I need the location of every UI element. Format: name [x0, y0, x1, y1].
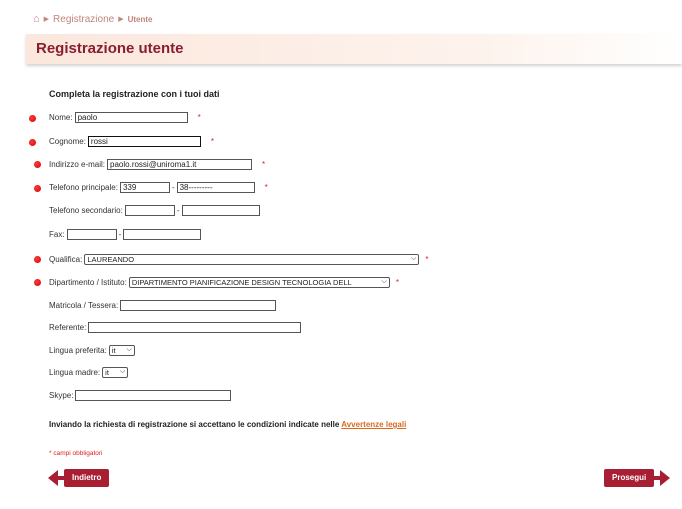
arrow-left-icon — [48, 470, 58, 486]
nome-field[interactable]: paolo — [74, 111, 188, 123]
qualifica-label: Qualifica: — [49, 254, 83, 264]
chevron-down-icon: ⌵ — [381, 278, 387, 285]
row-dipartimento: Dipartimento / Istituto: DIPARTIMENTO PI… — [49, 275, 399, 289]
breadcrumb-separator-icon: ▶ — [118, 16, 124, 23]
required-dot-icon — [34, 161, 41, 168]
required-asterisk: * — [262, 159, 266, 169]
required-asterisk: * — [210, 136, 215, 146]
row-email: Indirizzo e-mail: paolo.rossi@uniroma1.i… — [49, 157, 265, 171]
cognome-field[interactable]: rossi — [87, 135, 201, 147]
required-dot-icon — [34, 279, 41, 286]
breadcrumb-item-utente: Utente — [127, 14, 153, 24]
row-cognome: Cognome: rossi * — [49, 134, 214, 148]
required-dot-icon — [34, 256, 41, 263]
referente-label: Referente: — [49, 322, 87, 332]
row-fax: Fax: - — [49, 227, 202, 241]
telefono-secondario-number-field[interactable] — [181, 204, 260, 216]
row-telefono-secondario: Telefono secondario: - — [49, 203, 260, 217]
telefono-secondario-prefix-field[interactable] — [124, 204, 175, 216]
form-intro: Completa la registrazione con i tuoi dat… — [49, 89, 220, 99]
dipartimento-select[interactable]: DIPARTIMENTO PIANIFICAZIONE DESIGN TECNO… — [128, 276, 390, 288]
lingua-preferita-label: Lingua preferita: — [49, 345, 107, 355]
chevron-down-icon: ⌵ — [126, 346, 132, 353]
dipartimento-label: Dipartimento / Istituto: — [49, 277, 127, 287]
breadcrumb-separator-icon: ▶ — [43, 16, 50, 23]
row-referente: Referente: — [49, 320, 302, 334]
breadcrumb: ⌂ ▶ Registrazione ▶ Utente — [33, 13, 152, 25]
legal-notice: Inviando la richiesta di registrazione s… — [49, 420, 406, 429]
required-asterisk: * — [395, 277, 399, 287]
qualifica-select[interactable]: LAUREANDO ⌵ — [84, 253, 420, 265]
row-nome: Nome: paolo * — [49, 110, 201, 124]
chevron-down-icon: ⌵ — [411, 255, 417, 262]
fax-number-field[interactable] — [123, 228, 202, 240]
email-label: Indirizzo e-mail: — [49, 159, 106, 169]
page-title-bar: Registrazione utente — [26, 34, 682, 64]
matricola-field[interactable] — [120, 299, 277, 311]
lingua-preferita-selected-value: it — [111, 345, 116, 355]
fax-label: Fax: — [49, 229, 65, 239]
referente-field[interactable] — [88, 321, 302, 333]
required-footnote: * campi obbligatori — [49, 450, 103, 457]
home-icon[interactable]: ⌂ — [33, 13, 40, 25]
telefono-secondario-label: Telefono secondario: — [49, 205, 123, 215]
lingua-madre-selected-value: it — [105, 367, 109, 377]
dipartimento-selected-value: DIPARTIMENTO PIANIFICAZIONE DESIGN TECNO… — [131, 277, 352, 287]
email-field[interactable]: paolo.rossi@uniroma1.it — [107, 158, 253, 170]
page-title: Registrazione utente — [36, 40, 184, 57]
legal-notice-text: Inviando la richiesta di registrazione s… — [49, 420, 342, 429]
telefono-principale-label: Telefono principale: — [49, 182, 118, 192]
skype-label: Skype: — [49, 390, 74, 400]
required-asterisk: * — [197, 112, 201, 122]
lingua-preferita-select[interactable]: it ⌵ — [108, 344, 135, 356]
back-button-label: Indietro — [64, 469, 110, 487]
nome-label: Nome: — [49, 112, 73, 122]
telefono-principale-number-field[interactable]: 38--------- — [176, 181, 255, 193]
avvertenze-legali-link[interactable]: Avvertenze legali — [341, 420, 406, 429]
row-lingua-madre: Lingua madre: it ⌵ — [49, 365, 129, 379]
row-lingua-preferita: Lingua preferita: it ⌵ — [49, 343, 135, 357]
breadcrumb-item-registrazione[interactable]: Registrazione — [53, 14, 114, 25]
required-asterisk: * — [264, 182, 268, 192]
telefono-principale-prefix-field[interactable]: 339 — [119, 181, 170, 193]
lingua-madre-label: Lingua madre: — [49, 367, 101, 377]
arrow-right-icon — [660, 470, 671, 486]
matricola-label: Matricola / Tessera: — [49, 300, 119, 310]
back-button[interactable]: Indietro — [48, 469, 110, 487]
cognome-label: Cognome: — [49, 136, 86, 146]
row-qualifica: Qualifica: LAUREANDO ⌵ * — [49, 252, 428, 266]
next-button-label: Prosegui — [604, 469, 655, 487]
lingua-madre-select[interactable]: it ⌵ — [102, 366, 129, 378]
skype-field[interactable] — [75, 389, 232, 401]
required-dot-icon — [29, 115, 36, 122]
row-telefono-principale: Telefono principale: 339 - 38--------- * — [49, 181, 268, 193]
fax-prefix-field[interactable] — [66, 228, 117, 240]
required-asterisk: * — [425, 254, 429, 264]
row-matricola: Matricola / Tessera: — [49, 298, 277, 312]
next-button[interactable]: Prosegui — [604, 469, 671, 487]
required-dot-icon — [29, 139, 36, 146]
qualifica-selected-value: LAUREANDO — [87, 254, 135, 264]
row-skype: Skype: — [49, 388, 232, 402]
chevron-down-icon: ⌵ — [119, 368, 126, 375]
required-dot-icon — [34, 185, 41, 192]
